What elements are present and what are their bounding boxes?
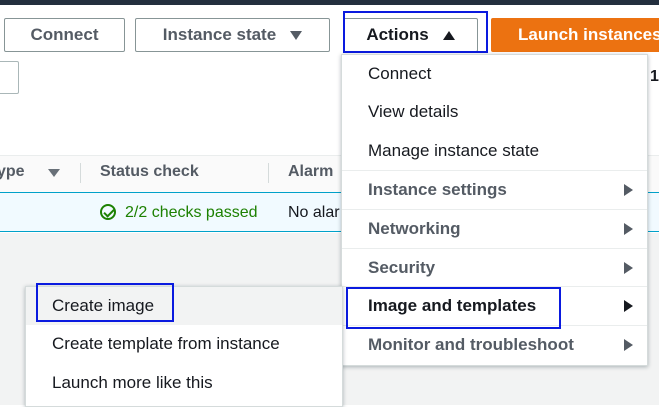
- image-and-templates-highlight-box: [346, 287, 561, 329]
- column-divider[interactable]: [80, 163, 81, 183]
- submenu-item-label: Launch more like this: [52, 373, 213, 392]
- submenu-item-create-template[interactable]: Create template from instance: [26, 325, 342, 363]
- launch-instances-button[interactable]: Launch instances: [491, 18, 659, 52]
- menu-item-label: Networking: [368, 218, 461, 238]
- menu-item-instance-settings[interactable]: Instance settings: [342, 170, 647, 208]
- menu-item-label: Monitor and troubleshoot: [368, 334, 574, 354]
- search-input[interactable]: [0, 61, 19, 94]
- actions-highlight-box: [343, 11, 488, 53]
- submenu-arrow-icon: [624, 339, 633, 351]
- check-circle-icon: [100, 204, 116, 220]
- menu-item-label: Manage instance state: [368, 141, 540, 160]
- column-divider[interactable]: [268, 163, 269, 183]
- submenu-arrow-icon: [624, 184, 633, 196]
- menu-item-monitor-and-troubleshoot[interactable]: Monitor and troubleshoot: [342, 325, 647, 363]
- column-header-instance-type[interactable]: ype: [0, 163, 25, 181]
- caret-down-icon: [290, 30, 303, 40]
- menu-item-connect[interactable]: Connect: [342, 55, 647, 93]
- top-nav-bar: [0, 0, 659, 5]
- menu-item-manage-instance-state[interactable]: Manage instance state: [342, 132, 647, 170]
- menu-item-networking[interactable]: Networking: [342, 209, 647, 247]
- instance-state-label: Instance state: [162, 25, 277, 44]
- create-image-highlight-box: [36, 283, 174, 322]
- launch-instances-label: Launch instances: [518, 25, 659, 44]
- alarm-status-value: No alarms: [288, 204, 340, 221]
- menu-item-view-details[interactable]: View details: [342, 93, 647, 131]
- page-number[interactable]: 1: [650, 68, 659, 86]
- submenu-arrow-icon: [624, 262, 633, 274]
- menu-item-security[interactable]: Security: [342, 248, 647, 286]
- menu-item-label: Instance settings: [368, 179, 507, 199]
- menu-item-label: Security: [368, 257, 436, 277]
- connect-button-label: Connect: [30, 25, 99, 44]
- connect-button[interactable]: Connect: [4, 18, 125, 52]
- column-header-alarm[interactable]: Alarm: [288, 163, 333, 181]
- status-check-value: 2/2 checks passed: [125, 204, 258, 221]
- submenu-item-label: Create template from instance: [52, 334, 280, 353]
- menu-item-label: Connect: [368, 64, 432, 83]
- instance-state-button[interactable]: Instance state: [135, 18, 330, 52]
- sort-icon[interactable]: [48, 169, 60, 177]
- submenu-arrow-icon: [624, 223, 633, 235]
- submenu-arrow-icon: [624, 300, 633, 312]
- submenu-item-launch-more-like-this[interactable]: Launch more like this: [26, 364, 342, 402]
- menu-item-label: View details: [368, 102, 459, 121]
- column-header-status-check[interactable]: Status check: [100, 163, 199, 181]
